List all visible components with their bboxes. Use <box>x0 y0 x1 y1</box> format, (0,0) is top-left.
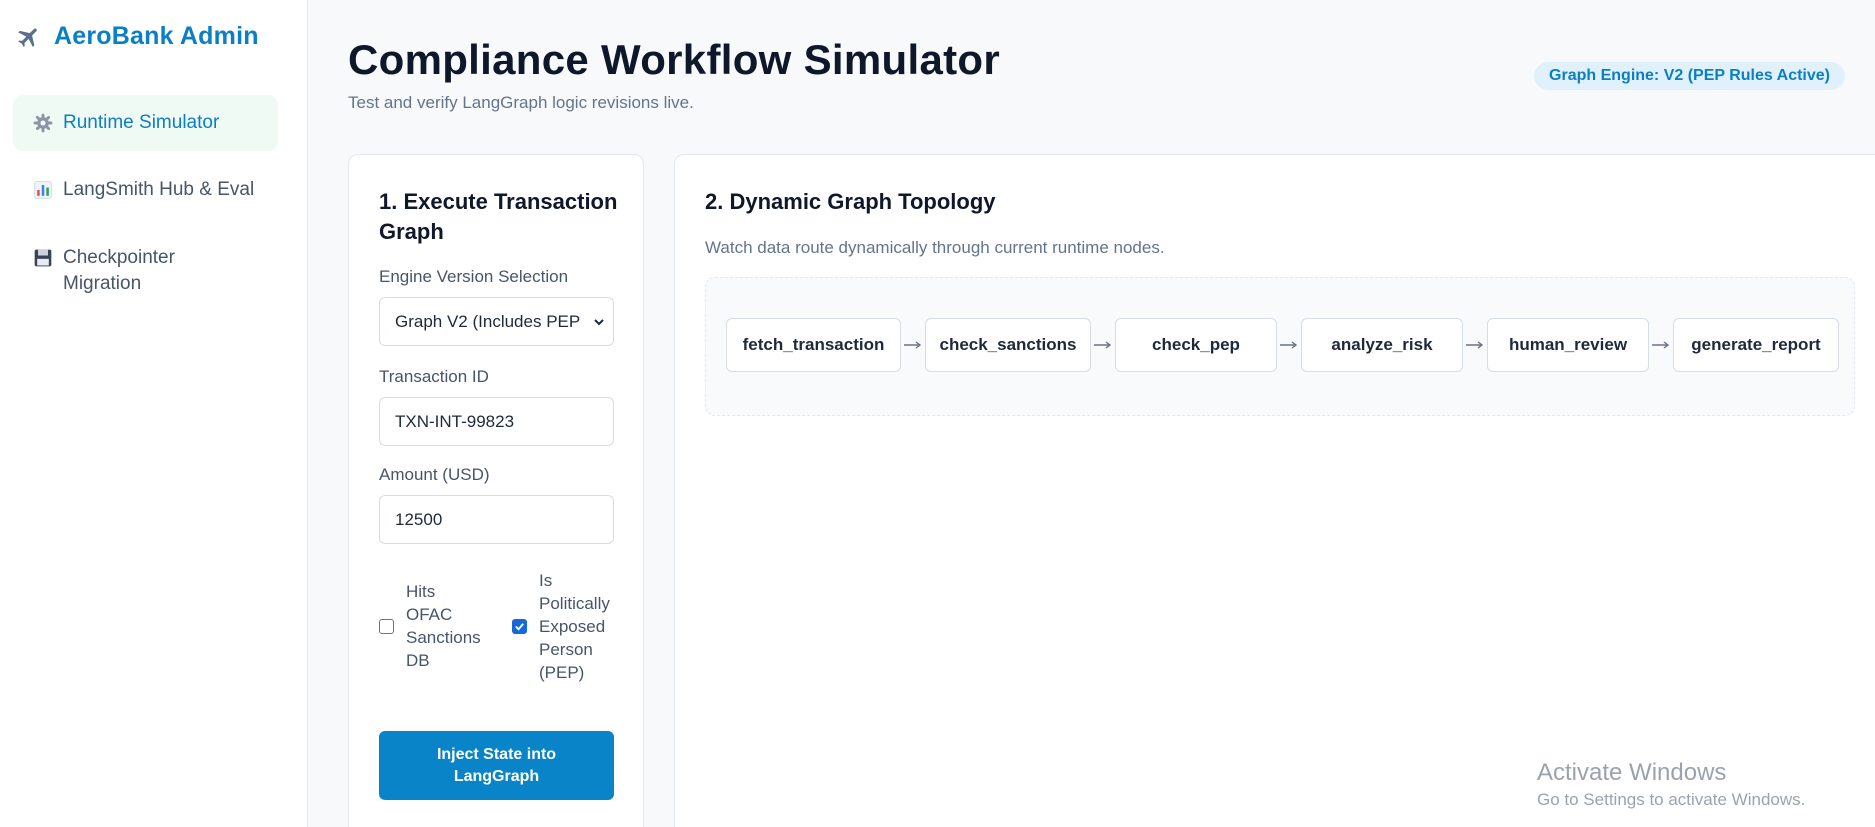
page-subtitle: Test and verify LangGraph logic revision… <box>348 93 694 112</box>
graph-node-check-sanctions[interactable]: check_sanctions <box>925 318 1091 372</box>
bar-chart-icon <box>34 181 52 199</box>
pep-checkbox-label: Is Politically Exposed Person (PEP) <box>539 571 610 682</box>
arrow-right-icon <box>901 339 925 351</box>
amount-input[interactable]: 12500 <box>379 495 614 544</box>
arrow-right-icon <box>1649 339 1673 351</box>
main-content: Compliance Workflow Simulator Test and v… <box>308 0 1875 827</box>
sidebar-item-checkpointer-migration[interactable]: Checkpointer Migration <box>13 229 278 313</box>
watermark-subtitle: Go to Settings to activate Windows. <box>1537 790 1806 809</box>
graph-node-analyze-risk[interactable]: analyze_risk <box>1301 318 1463 372</box>
engine-version-label: Engine Version Selection <box>379 267 569 286</box>
ofac-checkbox-label: Hits OFAC Sanctions DB <box>406 582 481 670</box>
arrow-right-icon <box>1277 339 1301 351</box>
graph-node-human-review[interactable]: human_review <box>1487 318 1649 372</box>
engine-status-badge: Graph Engine: V2 (PEP Rules Active) <box>1534 62 1845 90</box>
engine-version-select[interactable]: Graph V2 (Includes PEP <box>379 297 614 346</box>
floppy-disk-icon <box>34 249 52 267</box>
brand-title: AeroBank Admin <box>54 22 259 50</box>
inject-state-button[interactable]: Inject State into LangGraph <box>379 731 614 800</box>
topology-canvas: fetch_transaction check_sanctions check_… <box>705 277 1855 416</box>
watermark-title: Activate Windows <box>1537 759 1727 786</box>
airplane-icon <box>18 27 37 47</box>
ofac-check-group[interactable]: Hits OFAC Sanctions DB <box>379 580 489 672</box>
ofac-checkbox[interactable] <box>379 618 394 634</box>
graph-node-check-pep[interactable]: check_pep <box>1115 318 1277 372</box>
sidebar-item-label: Runtime Simulator <box>63 112 220 133</box>
graph-topology-card: 2. Dynamic Graph Topology Watch data rou… <box>674 154 1875 827</box>
chevron-down-icon <box>594 318 604 325</box>
sidebar: AeroBank Admin Runtime Simulator LangSmi… <box>0 0 308 827</box>
topology-description: Watch data route dynamically through cur… <box>705 238 1165 257</box>
transaction-id-label: Transaction ID <box>379 367 489 386</box>
execute-transaction-card: 1. Execute Transaction Graph Engine Vers… <box>348 154 644 827</box>
amount-label: Amount (USD) <box>379 465 490 484</box>
pep-check-group[interactable]: Is Politically Exposed Person (PEP) <box>512 569 624 684</box>
pep-checkbox[interactable] <box>512 619 527 634</box>
sidebar-item-label: Checkpointer Migration <box>63 247 175 294</box>
graph-node-generate-report[interactable]: generate_report <box>1673 318 1839 372</box>
gear-icon <box>33 113 53 133</box>
page-title: Compliance Workflow Simulator <box>348 36 1001 83</box>
arrow-right-icon <box>1091 339 1115 351</box>
graph-node-fetch-transaction[interactable]: fetch_transaction <box>726 318 901 372</box>
transaction-id-input[interactable]: TXN-INT-99823 <box>379 397 614 446</box>
execute-card-title: 1. Execute Transaction Graph <box>379 189 618 244</box>
arrow-right-icon <box>1463 339 1487 351</box>
topology-card-title: 2. Dynamic Graph Topology <box>705 189 996 214</box>
sidebar-nav: Runtime Simulator LangSmith Hub & Eval C… <box>13 95 278 323</box>
sidebar-item-runtime-simulator[interactable]: Runtime Simulator <box>13 95 278 151</box>
sidebar-item-label: LangSmith Hub & Eval <box>63 179 255 200</box>
check-mark-icon <box>515 623 524 631</box>
graph-flow: fetch_transaction check_sanctions check_… <box>726 318 1839 372</box>
sidebar-item-langsmith-hub[interactable]: LangSmith Hub & Eval <box>13 161 278 219</box>
activate-windows-watermark: Activate Windows Go to Settings to activ… <box>1537 758 1805 812</box>
engine-version-value: Graph V2 (Includes PEP <box>395 311 581 331</box>
brand[interactable]: AeroBank Admin <box>16 22 259 51</box>
